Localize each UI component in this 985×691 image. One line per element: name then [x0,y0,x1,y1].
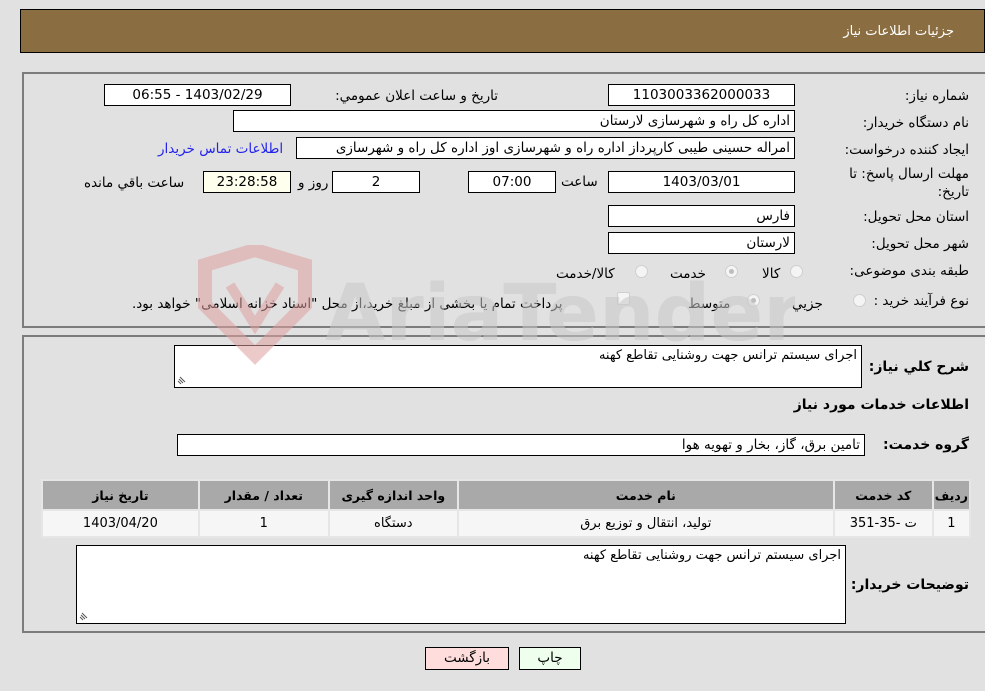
cell-unit: دستگاه [327,509,459,538]
cell-service-code: ت -35-351 [832,509,934,538]
cell-service-name: تولید، انتقال و توزیع برق [456,509,835,538]
table-row: 1 ت -35-351 تولید، انتقال و توزیع برق دس… [41,509,972,538]
resize-handle-icon[interactable] [177,375,187,385]
page-title: جزئیات اطلاعات نیاز [843,24,954,39]
print-button[interactable]: چاپ [519,647,581,670]
need-number-field: 1103003362000033 [608,84,795,106]
process-type-label: نوع فرآیند خرید : [873,293,969,309]
cell-need-date: 1403/04/20 [41,509,200,538]
remaining-time-field: 23:28:58 [203,171,291,193]
buyer-notes-text: اجرای سیستم ترانس جهت روشنایی تقاطع کهنه [582,548,841,563]
need-number-label: شماره نیاز: [904,88,969,104]
category-radio-goods[interactable] [790,265,803,278]
services-panel: شرح كلي نياز: اجرای سیستم ترانس جهت روشن… [22,335,985,633]
category-radio-service[interactable] [725,265,738,278]
deadline-label: مهلت ارسال پاسخ: تا تاریخ: [849,166,969,200]
process-radio-medium[interactable] [747,294,760,307]
announce-label: تاریخ و ساعت اعلان عمومي: [335,88,498,104]
back-button[interactable]: بازگشت [425,647,509,670]
process-option-minor: جزيي [792,296,823,312]
remaining-time-label: ساعت باقي مانده [84,175,185,191]
buyer-notes-label: توضیحات خریدار: [850,577,969,593]
category-radio-goods-service[interactable] [635,265,648,278]
services-table: ردیف کد خدمت نام خدمت واحد اندازه گیری ت… [41,479,972,538]
category-option-goods: کالا [762,266,781,282]
requester-label: ایجاد کننده درخواست: [844,142,969,158]
resize-handle-icon[interactable] [79,611,89,621]
page-header: جزئیات اطلاعات نیاز [20,9,985,53]
summary-textarea[interactable]: اجرای سیستم ترانس جهت روشنایی تقاطع کهنه [174,345,862,388]
summary-text: اجرای سیستم ترانس جهت روشنایی تقاطع کهنه [598,348,857,363]
deadline-date-field: 1403/03/01 [608,171,795,193]
requester-field: امراله حسینی طیبی کارپرداز اداره راه و ش… [296,137,795,159]
buyer-org-field: اداره کل راه و شهرسازی لارستان [233,110,795,132]
buyer-contact-link[interactable]: اطلاعات تماس خریدار [158,141,283,157]
col-unit: واحد اندازه گیری [327,479,459,511]
province-field: فارس [608,205,795,227]
province-label: استان محل تحویل: [863,209,969,225]
col-service-name: نام خدمت [456,479,835,511]
category-option-service: خدمت [670,266,706,282]
col-quantity: تعداد / مقدار [197,479,330,511]
table-header-row: ردیف کد خدمت نام خدمت واحد اندازه گیری ت… [41,479,972,511]
buyer-notes-textarea[interactable]: اجرای سیستم ترانس جهت روشنایی تقاطع کهنه [76,545,846,624]
treasury-note: پرداخت تمام یا بخشی از مبلغ خرید،از محل … [132,296,563,312]
category-label: طبقه بندی موضوعی: [849,263,969,279]
days-label: روز و [298,175,329,191]
need-details-panel: شماره نیاز: 1103003362000033 تاریخ و ساع… [22,72,985,328]
services-section-title: اطلاعات خدمات مورد نیاز [793,397,969,413]
service-group-label: گروه خدمت: [883,437,969,453]
treasury-checkbox[interactable] [617,292,630,305]
days-remaining-field: 2 [332,171,420,193]
deadline-time-label: ساعت [561,174,598,190]
announce-datetime-field: 1403/02/29 - 06:55 [104,84,291,106]
buyer-org-label: نام دستگاه خریدار: [862,115,969,131]
city-field: لارستان [608,232,795,254]
city-label: شهر محل تحویل: [871,236,969,252]
process-radio-minor[interactable] [853,294,866,307]
col-service-code: کد خدمت [832,479,934,511]
deadline-time-field: 07:00 [468,171,556,193]
cell-quantity: 1 [197,509,330,538]
cell-row-number: 1 [931,509,972,538]
service-group-field: تامین برق، گاز، بخار و تهویه هوا [177,434,865,456]
process-option-medium: متوسط [688,296,731,312]
col-row-number: ردیف [931,479,972,511]
summary-label: شرح كلي نياز: [868,359,969,375]
category-option-goods-service: کالا/خدمت [556,266,615,282]
col-need-date: تاریخ نیاز [41,479,200,511]
